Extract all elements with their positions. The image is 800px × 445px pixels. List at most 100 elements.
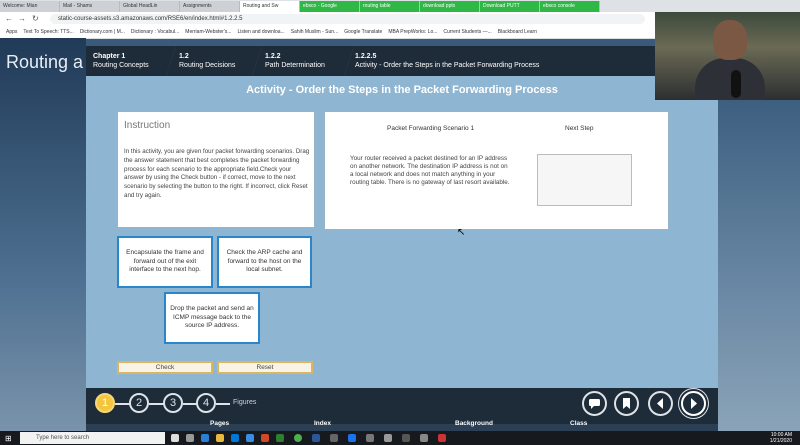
back-icon[interactable]: ← — [5, 14, 13, 23]
breadcrumb-label: Routing Concepts — [93, 62, 149, 69]
scenario-text: Your router received a packet destined f… — [350, 155, 510, 186]
breadcrumb-activity[interactable]: 1.2.2.5 Activity - Order the Steps in th… — [355, 52, 539, 70]
bookmark[interactable]: Current Students —... — [443, 29, 491, 35]
comment-icon[interactable] — [582, 391, 607, 416]
step-1-button[interactable]: 1 — [95, 393, 115, 413]
breadcrumb-subsection[interactable]: 1.2.2 Path Determination — [265, 52, 325, 70]
bookmark[interactable]: Text To Speech: TTS... — [23, 29, 73, 35]
browser-tab[interactable]: Global HeadLin — [120, 1, 180, 12]
reload-icon[interactable]: ↻ — [32, 14, 39, 23]
bookmark[interactable]: MBA PrepWorks: Lo... — [388, 29, 437, 35]
breadcrumb-label: Activity - Order the Steps in the Packet… — [355, 62, 540, 69]
activity-title: Activity - Order the Steps in the Packet… — [246, 84, 558, 96]
scenario-title: Packet Forwarding Scenario 1 — [387, 125, 475, 132]
browser-tab-bar: Welcome: Mian Mail - Shams Global HeadLi… — [0, 0, 800, 12]
breadcrumb-separator — [344, 46, 354, 76]
breadcrumb-number: 1.2 — [179, 53, 189, 60]
bookmark[interactable]: Merriam-Webster's... — [185, 29, 231, 35]
next-step-label: Next Step — [565, 125, 594, 132]
app-icon[interactable] — [384, 434, 392, 442]
bookmark[interactable]: Blackboard Learn — [498, 29, 537, 35]
answer-card-arp[interactable]: Check the ARP cache and forward to the h… — [217, 236, 312, 288]
task-view-icon[interactable] — [186, 434, 194, 442]
excel-icon[interactable] — [276, 434, 284, 442]
background-link[interactable]: Background — [455, 420, 493, 427]
chrome-icon[interactable] — [294, 434, 302, 442]
edge-icon[interactable] — [201, 434, 209, 442]
module-header: Chapter 1 Routing Concepts 1.2 Routing D… — [86, 46, 718, 76]
browser-tab[interactable]: Welcome: Mian — [0, 1, 60, 12]
webcam-overlay — [655, 12, 800, 100]
bookmark[interactable]: Sahih Muslim - Sun... — [291, 29, 339, 35]
step-3-button[interactable]: 3 — [163, 393, 183, 413]
bookmark-icon[interactable] — [614, 391, 639, 416]
browser-tab[interactable]: ebsco console — [540, 1, 600, 12]
browser-tab[interactable]: Mail - Shams — [60, 1, 120, 12]
breadcrumb-label: Routing Decisions — [179, 62, 236, 69]
bottom-strip: Pages Index Background Class — [86, 420, 718, 431]
app-icon[interactable] — [366, 434, 374, 442]
word-icon[interactable] — [312, 434, 320, 442]
bookmark[interactable]: Dictionary : Vocabul... — [131, 29, 179, 35]
breadcrumb-separator — [166, 46, 176, 76]
breadcrumb-number: Chapter 1 — [93, 53, 126, 60]
answer-card-drop[interactable]: Drop the packet and send an ICMP message… — [164, 292, 260, 344]
bookmark[interactable]: Apps — [6, 29, 17, 35]
breadcrumb-separator — [252, 46, 262, 76]
browser-tab[interactable]: ebsco - Google — [300, 1, 360, 12]
file-explorer-icon[interactable] — [216, 434, 224, 442]
app-icon[interactable] — [402, 434, 410, 442]
forward-icon[interactable]: → — [18, 14, 26, 23]
url-input[interactable]: static-course-assets.s3.amazonaws.com/RS… — [50, 14, 645, 24]
browser-tab[interactable]: Assignments — [180, 1, 240, 12]
breadcrumb-number: 1.2.2.5 — [355, 53, 377, 60]
next-step-drop-target[interactable] — [537, 154, 632, 206]
pages-link[interactable]: Pages — [210, 420, 229, 427]
step-2-button[interactable]: 2 — [129, 393, 149, 413]
clock-date: 1/21/2020 — [769, 438, 792, 444]
cortana-icon[interactable] — [171, 434, 179, 442]
background-sky — [0, 38, 86, 431]
windows-start-icon[interactable]: ⊞ — [5, 434, 12, 443]
step-connector — [115, 403, 130, 405]
next-icon[interactable] — [681, 391, 706, 416]
app-icon[interactable] — [438, 434, 446, 442]
breadcrumb-chapter[interactable]: Chapter 1 Routing Concepts — [93, 52, 149, 70]
instruction-title: Instruction — [124, 120, 171, 131]
breadcrumb-number: 1.2.2 — [265, 53, 281, 60]
step-4-button[interactable]: 4 — [196, 393, 216, 413]
bookmark[interactable]: Listen and downloa... — [237, 29, 284, 35]
taskbar-clock[interactable]: 10:00 AM 1/21/2020 — [770, 432, 792, 444]
windows-taskbar: ⊞ Type here to search 10:00 AM 1/21/2020 — [0, 431, 800, 445]
presenter-body — [695, 58, 765, 100]
app-icon[interactable] — [420, 434, 428, 442]
background-sky-right — [718, 100, 800, 431]
bookmark[interactable]: Dictionary.com | M... — [80, 29, 125, 35]
mouse-cursor-icon: ↖ — [457, 227, 466, 238]
bookmark[interactable]: Google Translate — [344, 29, 382, 35]
breadcrumb-label: Path Determination — [265, 62, 325, 69]
answer-card-encapsulate[interactable]: Encapsulate the frame and forward out of… — [117, 236, 213, 288]
browser-tab[interactable]: Download PUTT — [480, 1, 540, 12]
taskbar-search-input[interactable]: Type here to search — [20, 432, 165, 444]
app-icon[interactable] — [330, 434, 338, 442]
index-link[interactable]: Index — [314, 420, 331, 427]
app-icon[interactable] — [348, 434, 356, 442]
class-link[interactable]: Class — [570, 420, 587, 427]
reset-button[interactable]: Reset — [217, 361, 313, 374]
mail-icon[interactable] — [246, 434, 254, 442]
presenter-head — [713, 20, 747, 60]
step-connector — [149, 403, 164, 405]
activity-module: Chapter 1 Routing Concepts 1.2 Routing D… — [86, 46, 718, 424]
browser-tab[interactable]: download pptx — [420, 1, 480, 12]
microphone-icon — [731, 70, 741, 98]
previous-icon[interactable] — [648, 391, 673, 416]
store-icon[interactable] — [231, 434, 239, 442]
powerpoint-icon[interactable] — [261, 434, 269, 442]
instruction-text: In this activity, you are given four pac… — [124, 148, 310, 199]
browser-tab-active[interactable]: Routing and Sw — [240, 1, 300, 12]
browser-tab[interactable]: routing table — [360, 1, 420, 12]
breadcrumb-section[interactable]: 1.2 Routing Decisions — [179, 52, 235, 70]
check-button[interactable]: Check — [117, 361, 213, 374]
figures-label: Figures — [233, 399, 257, 406]
